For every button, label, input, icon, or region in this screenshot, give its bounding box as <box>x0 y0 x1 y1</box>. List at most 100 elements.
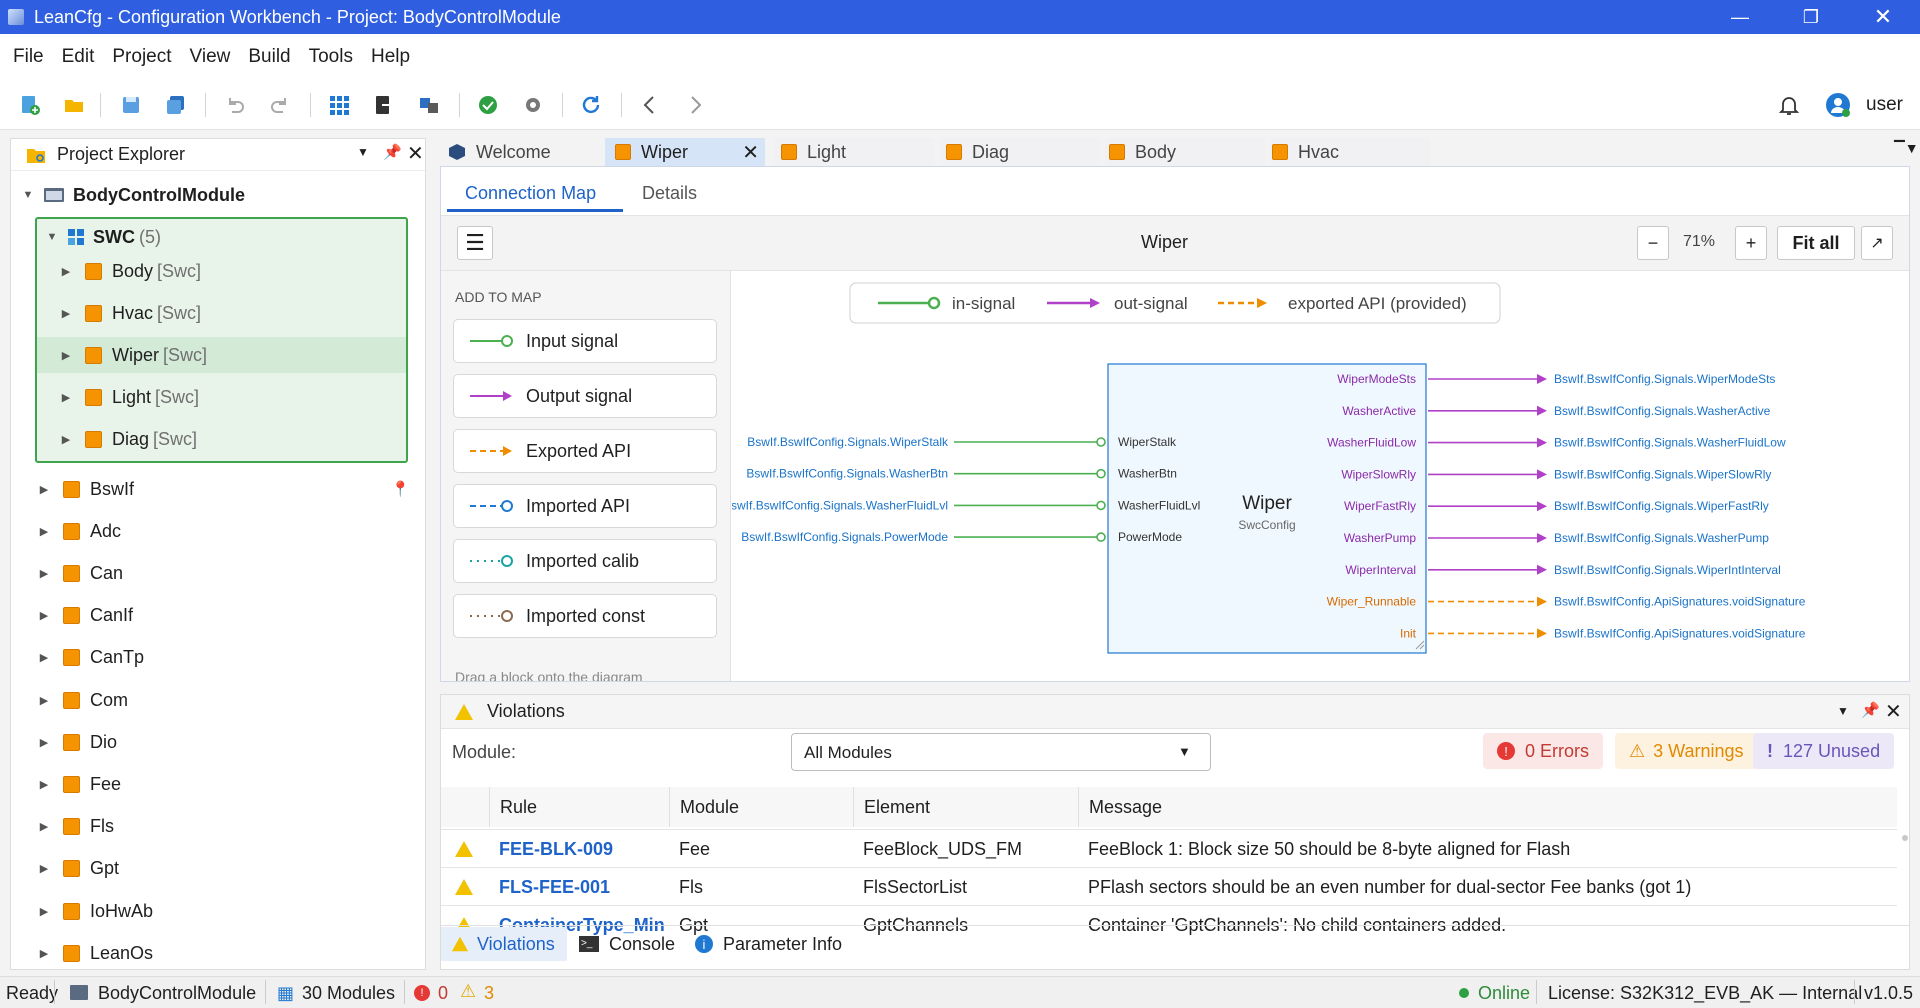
output-connection[interactable]: Init BswIf.BswIfConfig.ApiSignatures.void… <box>1400 626 1806 640</box>
table-row[interactable]: FLS-FEE-001 Fls FlsSectorList PFlash sector… <box>441 867 1897 905</box>
module-filter-select[interactable]: All Modules ▼ <box>791 733 1211 771</box>
output-signal-label[interactable]: BswIf.BswIfConfig.Signals.WiperFastRly <box>1554 499 1769 513</box>
caret-down-icon[interactable]: ▼ <box>45 231 59 243</box>
panel-menu-chevron-icon[interactable]: ▼ <box>357 145 369 159</box>
menu-project[interactable]: Project <box>103 46 180 68</box>
pin-icon[interactable]: 📌 <box>1861 701 1880 719</box>
caret-right-icon[interactable]: ▶ <box>59 391 73 404</box>
pin-icon[interactable]: 📌 <box>383 143 402 161</box>
zoom-in-button[interactable]: + <box>1735 226 1767 260</box>
output-connection[interactable]: WasherActive BswIf.BswIfConfig.Signals.Wa… <box>1342 404 1770 418</box>
tree-item-diag[interactable]: ▶ Diag [Swc] <box>37 421 406 457</box>
tree-item-bswif[interactable]: ▶ BswIf 📍 <box>37 471 417 507</box>
rule-link[interactable]: FLS-FEE-001 <box>499 877 665 898</box>
tree-item-light[interactable]: ▶ Light [Swc] <box>37 379 406 415</box>
back-icon[interactable] <box>637 92 663 118</box>
caret-right-icon[interactable]: ▶ <box>59 307 73 320</box>
subtab-details[interactable]: Details <box>642 183 697 204</box>
notification-bell-icon[interactable] <box>1776 92 1802 118</box>
caret-right-icon[interactable]: ▶ <box>59 433 73 446</box>
generate-gear-icon[interactable] <box>520 92 546 118</box>
bottom-tab-violations[interactable]: Violations <box>441 927 567 961</box>
output-signal-label[interactable]: BswIf.BswIfConfig.Signals.WiperIntInterv… <box>1554 563 1781 577</box>
close-panel-icon[interactable]: ✕ <box>1885 699 1902 724</box>
tree-item-dio[interactable]: ▶ Dio <box>37 724 417 760</box>
expand-icon[interactable]: ↗ <box>1861 226 1893 260</box>
tree-item-gpt[interactable]: ▶ Gpt <box>37 851 417 887</box>
tree-item-com[interactable]: ▶ Com <box>37 682 417 718</box>
tree-item-can[interactable]: ▶ Can <box>37 555 417 591</box>
menu-help[interactable]: Help <box>362 46 419 68</box>
output-connection[interactable]: WiperSlowRly BswIf.BswIfConfig.Signals.Wi… <box>1341 467 1771 481</box>
refresh-icon[interactable] <box>578 92 604 118</box>
tab-hvac[interactable]: Hvac <box>1270 138 1430 166</box>
status-project[interactable]: BodyControlModule <box>98 983 256 1004</box>
input-signal-label[interactable]: BswIf.BswIfConfig.Signals.WasherBtn <box>746 467 948 481</box>
caret-right-icon[interactable]: ▶ <box>37 736 51 749</box>
tree-item-iohwab[interactable]: ▶ IoHwAb <box>37 893 417 929</box>
caret-right-icon[interactable]: ▶ <box>59 349 73 362</box>
output-signal-label[interactable]: BswIf.BswIfConfig.Signals.WiperSlowRly <box>1554 467 1771 481</box>
grid-icon[interactable] <box>326 92 352 118</box>
col-message-header[interactable]: Message <box>1078 787 1897 827</box>
close-window-button[interactable]: ✕ <box>1848 0 1918 34</box>
validate-icon[interactable] <box>475 92 501 118</box>
tree-item-hvac[interactable]: ▶ Hvac [Swc] <box>37 295 406 331</box>
rule-link[interactable]: FEE-BLK-009 <box>499 839 665 860</box>
caret-right-icon[interactable]: ▶ <box>37 651 51 664</box>
tree-item-wiper[interactable]: ▶ Wiper [Swc] <box>37 337 406 373</box>
import-icon[interactable] <box>416 92 442 118</box>
menu-tools[interactable]: Tools <box>300 46 362 68</box>
output-connection[interactable]: WiperFastRly BswIf.BswIfConfig.Signals.Wi… <box>1344 499 1769 513</box>
scrollbar[interactable] <box>1901 829 1909 925</box>
tab-wiper[interactable]: Wiper ✕ <box>605 138 765 166</box>
tree-item-leanos[interactable]: ▶ LeanOs <box>37 935 417 971</box>
redo-icon[interactable] <box>267 92 293 118</box>
bottom-tab-parameter-info[interactable]: i Parameter Info <box>695 927 842 961</box>
palette-output-signal[interactable]: Output signal <box>453 374 717 418</box>
caret-right-icon[interactable]: ▶ <box>37 694 51 707</box>
caret-right-icon[interactable]: ▶ <box>37 525 51 538</box>
palette-imported-calib[interactable]: Imported calib <box>453 539 717 583</box>
palette-input-signal[interactable]: Input signal <box>453 319 717 363</box>
caret-right-icon[interactable]: ▶ <box>59 265 73 278</box>
input-signal-label[interactable]: BswIf.BswIfConfig.Signals.PowerMode <box>741 530 948 544</box>
col-module-header[interactable]: Module <box>669 787 853 827</box>
menu-view[interactable]: View <box>181 46 240 68</box>
output-connection[interactable]: Wiper_Runnable BswIf.BswIfConfig.ApiSigna… <box>1327 595 1806 609</box>
zoom-out-button[interactable]: − <box>1637 226 1669 260</box>
menu-build[interactable]: Build <box>239 46 299 68</box>
tab-diag[interactable]: Diag <box>940 138 1100 166</box>
caret-right-icon[interactable]: ▶ <box>37 609 51 622</box>
col-element-header[interactable]: Element <box>853 787 1078 827</box>
unused-badge[interactable]: ! 127 Unused <box>1753 733 1895 769</box>
save-icon[interactable] <box>118 92 144 118</box>
palette-exported-api[interactable]: Exported API <box>453 429 717 473</box>
caret-right-icon[interactable]: ▶ <box>37 862 51 875</box>
subtab-connection-map[interactable]: Connection Map <box>465 183 596 204</box>
caret-right-icon[interactable]: ▶ <box>37 483 51 496</box>
tree-item-canif[interactable]: ▶ CanIf <box>37 598 417 634</box>
save-all-icon[interactable] <box>163 92 189 118</box>
tab-body[interactable]: Body <box>1105 138 1265 166</box>
output-signal-label[interactable]: BswIf.BswIfConfig.Signals.WiperModeSts <box>1554 372 1775 386</box>
tree-item-fls[interactable]: ▶ Fls <box>37 809 417 845</box>
diagram-canvas[interactable]: in-signal out-signal exported API (provi… <box>732 271 1908 681</box>
tree-item-fee[interactable]: ▶ Fee <box>37 766 417 802</box>
menu-edit[interactable]: Edit <box>53 46 104 68</box>
input-connection[interactable]: BswIf.BswIfConfig.Signals.WasherFluidLvl… <box>732 498 1200 512</box>
caret-right-icon[interactable]: ▶ <box>37 905 51 918</box>
output-signal-label[interactable]: BswIf.BswIfConfig.Signals.WasherFluidLow <box>1554 436 1786 450</box>
fit-all-button[interactable]: Fit all <box>1777 226 1855 260</box>
tree-item-adc[interactable]: ▶ Adc <box>37 513 417 549</box>
caret-down-icon[interactable]: ▼ <box>21 189 35 201</box>
status-errors[interactable]: 0 <box>438 983 448 1004</box>
tree-item-cantp[interactable]: ▶ CanTp <box>37 640 417 676</box>
tree-item-body[interactable]: ▶ Body [Swc] <box>37 253 406 289</box>
avatar[interactable] <box>1825 92 1851 118</box>
errors-badge[interactable]: ! 0 Errors <box>1483 733 1604 769</box>
tree-item-swc[interactable]: ▼ SWC (5) <box>45 219 161 255</box>
undo-icon[interactable] <box>222 92 248 118</box>
caret-right-icon[interactable]: ▶ <box>37 820 51 833</box>
output-connection[interactable]: WasherFluidLow BswIf.BswIfConfig.Signals.… <box>1327 436 1786 450</box>
